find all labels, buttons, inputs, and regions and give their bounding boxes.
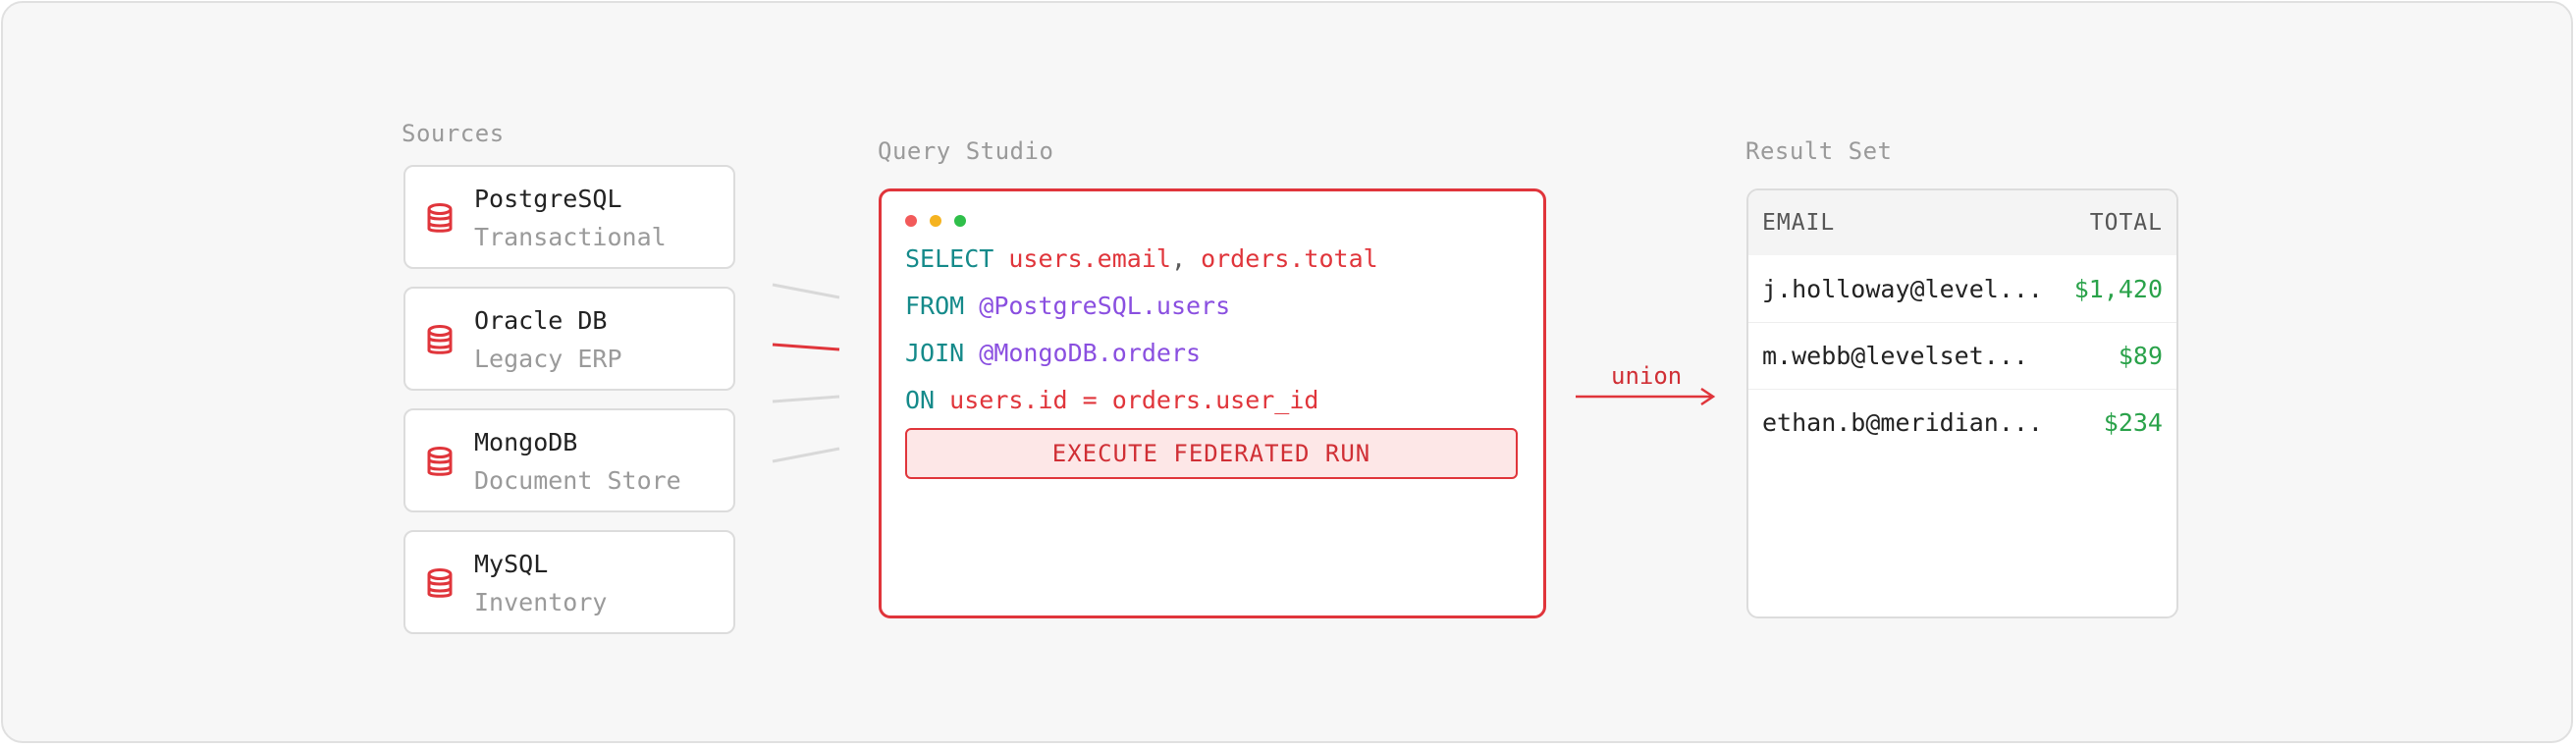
query-studio-label: Query Studio xyxy=(878,137,1054,165)
connector-line xyxy=(772,447,840,463)
sql-source: @PostgreSQL.users xyxy=(979,292,1231,320)
sql-keyword: JOIN xyxy=(905,339,965,367)
database-icon xyxy=(427,447,453,476)
source-card-mongodb[interactable]: MongoDB Document Store xyxy=(403,408,735,512)
sources-label: Sources xyxy=(402,120,505,147)
sql-source: @MongoDB.orders xyxy=(979,339,1202,367)
table-row[interactable]: j.holloway@level... $1,420 xyxy=(1748,255,2176,323)
result-set-label: Result Set xyxy=(1745,137,1893,165)
source-subtitle: Legacy ERP xyxy=(474,345,622,373)
code-line-select: SELECT users.email, orders.total xyxy=(905,244,1378,273)
result-table-header: EMAIL TOTAL xyxy=(1748,190,2176,255)
source-subtitle: Inventory xyxy=(474,588,608,616)
row-total: $89 xyxy=(2118,342,2163,370)
diagram-canvas: Sources Query Studio Result Set PostgreS… xyxy=(1,1,2573,743)
row-email: m.webb@levelset... xyxy=(1762,342,2028,370)
database-icon xyxy=(427,568,453,598)
row-email: ethan.b@meridian... xyxy=(1762,408,2043,437)
table-row[interactable]: ethan.b@meridian... $234 xyxy=(1748,389,2176,455)
source-card-mysql[interactable]: MySQL Inventory xyxy=(403,530,735,634)
sql-separator: , xyxy=(1170,244,1187,273)
source-name: MySQL xyxy=(474,550,549,578)
result-set-table: EMAIL TOTAL j.holloway@level... $1,420 m… xyxy=(1746,188,2178,618)
source-name: Oracle DB xyxy=(474,306,608,335)
sql-column: orders.total xyxy=(1201,244,1378,273)
window-maximize-dot[interactable] xyxy=(954,215,966,227)
database-icon xyxy=(427,325,453,354)
connector-line-active xyxy=(772,343,840,351)
source-subtitle: Document Store xyxy=(474,466,681,495)
source-subtitle: Transactional xyxy=(474,223,667,251)
table-row[interactable]: m.webb@levelset... $89 xyxy=(1748,322,2176,390)
column-header-total[interactable]: TOTAL xyxy=(2090,210,2163,236)
sql-keyword: SELECT xyxy=(905,244,994,273)
source-card-oracle[interactable]: Oracle DB Legacy ERP xyxy=(403,287,735,391)
window-close-dot[interactable] xyxy=(905,215,917,227)
code-line-join: JOIN @MongoDB.orders xyxy=(905,339,1201,367)
database-icon xyxy=(427,203,453,233)
sql-column: users.email xyxy=(1008,244,1171,273)
query-studio-editor[interactable]: SELECT users.email, orders.total FROM @P… xyxy=(879,188,1546,618)
connector-line xyxy=(772,395,840,403)
row-total: $234 xyxy=(2103,408,2163,437)
source-card-postgresql[interactable]: PostgreSQL Transactional xyxy=(403,165,735,269)
sql-condition: users.id = orders.user_id xyxy=(949,386,1319,414)
sql-keyword: ON xyxy=(905,386,936,414)
connector-line xyxy=(772,283,840,299)
row-total: $1,420 xyxy=(2073,275,2163,303)
source-name: MongoDB xyxy=(474,428,578,456)
window-minimize-dot[interactable] xyxy=(930,215,941,227)
code-line-on: ON users.id = orders.user_id xyxy=(905,386,1318,414)
sql-keyword: FROM xyxy=(905,292,965,320)
union-label: union xyxy=(1611,362,1683,390)
code-line-from: FROM @PostgreSQL.users xyxy=(905,292,1230,320)
column-header-email[interactable]: EMAIL xyxy=(1762,210,1835,236)
row-email: j.holloway@level... xyxy=(1762,275,2043,303)
execute-federated-run-button[interactable]: EXECUTE FEDERATED RUN xyxy=(905,428,1518,479)
source-name: PostgreSQL xyxy=(474,185,622,213)
arrow-right-icon xyxy=(1700,387,1716,406)
